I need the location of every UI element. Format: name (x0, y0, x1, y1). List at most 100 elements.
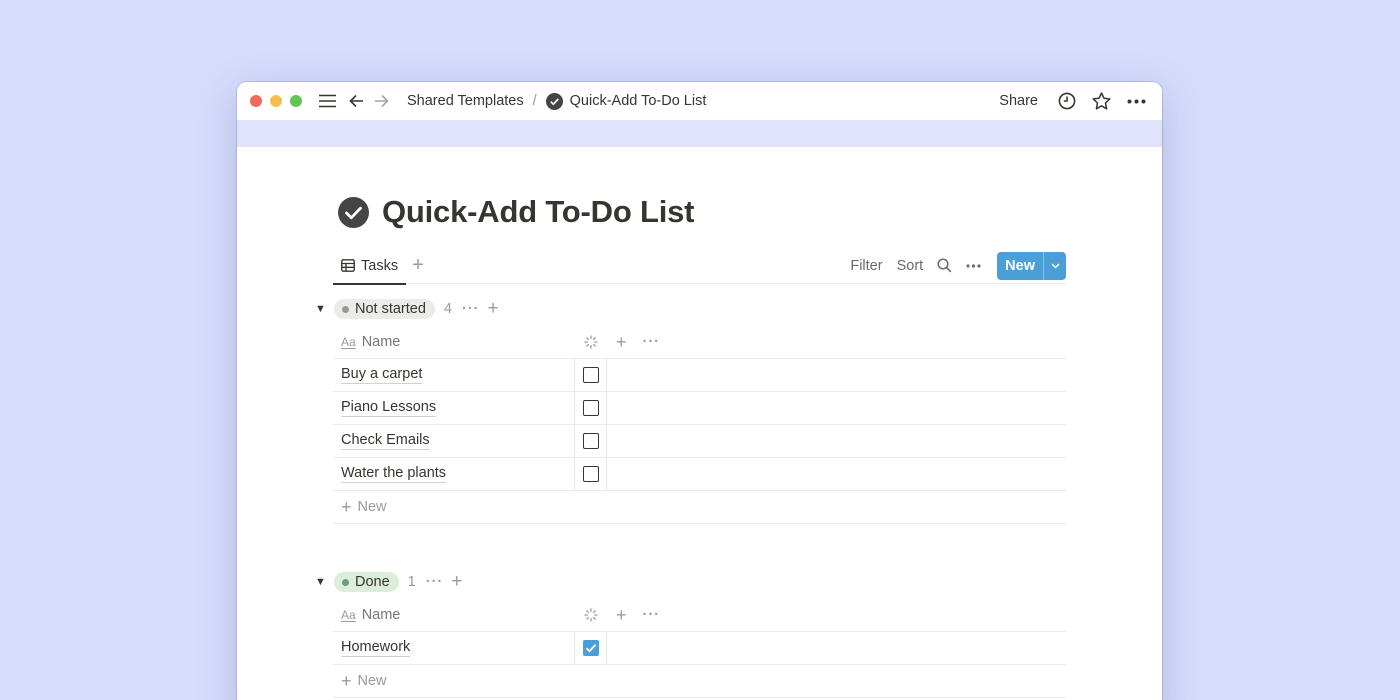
new-row-label: New (357, 673, 387, 689)
forward-arrow-icon[interactable] (374, 94, 389, 108)
column-more-icon[interactable]: ··· (643, 334, 661, 350)
filter-button[interactable]: Filter (850, 258, 882, 274)
database-view-bar: Tasks + Filter Sort New (333, 248, 1066, 285)
checkmark-icon (585, 644, 596, 653)
status-badge: Not started (334, 299, 435, 319)
column-header-name[interactable]: Aa Name (333, 607, 575, 623)
group-count: 4 (443, 301, 452, 317)
minimize-window-button[interactable] (270, 95, 282, 107)
row-name-cell[interactable]: Check Emails (333, 424, 575, 458)
plus-icon: + (341, 670, 352, 691)
title-bar: Shared Templates / Quick-Add To-Do List … (237, 82, 1162, 120)
row-name-cell[interactable]: Piano Lessons (333, 391, 575, 425)
checkbox[interactable] (582, 466, 599, 482)
column-name-label: Name (361, 334, 401, 350)
app-window: Shared Templates / Quick-Add To-Do List … (237, 82, 1162, 700)
table-row[interactable]: Piano Lessons (333, 391, 1066, 425)
new-row-label: New (357, 499, 387, 515)
back-arrow-icon[interactable] (349, 94, 364, 108)
breadcrumb-shared-templates[interactable]: Shared Templates (407, 93, 524, 109)
status-property-icon[interactable] (575, 608, 607, 622)
page-cover (237, 120, 1162, 147)
status-dot (342, 578, 349, 586)
row-name-cell[interactable]: Homework (333, 631, 575, 665)
status-label: Not started (355, 301, 426, 317)
checkbox[interactable] (582, 400, 599, 416)
add-property-icon[interactable]: + (616, 605, 627, 626)
topbar-actions: Share (999, 92, 1146, 110)
table-header: Aa Name + ··· (333, 599, 1066, 632)
breadcrumb: Shared Templates / Quick-Add To-Do List (407, 92, 707, 110)
search-icon[interactable] (937, 258, 952, 273)
status-label: Done (355, 574, 390, 590)
traffic-lights (250, 95, 302, 107)
row-check-cell (575, 631, 607, 665)
tab-tasks-label: Tasks (361, 257, 399, 274)
row-check-cell (575, 457, 607, 491)
row-name-cell[interactable]: Buy a carpet (333, 358, 575, 392)
column-name-label: Name (361, 607, 401, 623)
star-favorite-icon[interactable] (1092, 92, 1111, 110)
new-dropdown-chevron-icon[interactable] (1043, 251, 1066, 280)
maximize-window-button[interactable] (290, 95, 302, 107)
group-toggle-icon[interactable]: ▼ (315, 303, 329, 315)
table-icon (341, 259, 355, 272)
row-name: Water the plants (341, 465, 447, 483)
status-dot (342, 305, 349, 313)
row-name: Buy a carpet (341, 366, 423, 384)
sort-button[interactable]: Sort (897, 258, 924, 274)
text-property-icon: Aa (341, 335, 356, 349)
plus-icon: + (341, 496, 352, 517)
row-name: Piano Lessons (341, 399, 437, 417)
breadcrumb-separator: / (532, 93, 537, 109)
row-check-cell (575, 391, 607, 425)
table-row[interactable]: Buy a carpet (333, 358, 1066, 392)
add-view-icon[interactable]: + (412, 254, 424, 277)
status-property-icon[interactable] (575, 335, 607, 349)
column-more-icon[interactable]: ··· (643, 607, 661, 623)
more-options-icon[interactable] (1127, 99, 1146, 104)
table-row[interactable]: Water the plants (333, 457, 1066, 491)
row-name: Homework (341, 639, 411, 657)
add-new-row-button[interactable]: + New (333, 491, 1066, 524)
page-check-circle-icon[interactable] (338, 196, 369, 228)
group-toggle-icon[interactable]: ▼ (315, 576, 329, 588)
table-row[interactable]: Check Emails (333, 424, 1066, 458)
column-header-name[interactable]: Aa Name (333, 334, 575, 350)
group-more-icon[interactable]: ··· (426, 574, 444, 590)
breadcrumb-current-page[interactable]: Quick-Add To-Do List (570, 93, 707, 109)
page-title: Quick-Add To-Do List (382, 194, 695, 229)
add-new-row-button[interactable]: + New (333, 665, 1066, 698)
page-header: Quick-Add To-Do List (338, 194, 694, 230)
table-not-started: Aa Name + ··· Buy a carpet Piano Lessons… (333, 326, 1066, 524)
group-header-done: ▼ Done 1 ··· + (315, 570, 462, 594)
table-header: Aa Name + ··· (333, 326, 1066, 359)
row-check-cell (575, 358, 607, 392)
table-done: Aa Name + ··· Homework + New (333, 599, 1066, 698)
new-button: New (997, 251, 1066, 280)
row-name: Check Emails (341, 432, 430, 450)
check-circle-icon (545, 92, 563, 110)
tab-tasks[interactable]: Tasks (333, 249, 407, 285)
group-add-icon[interactable]: + (451, 571, 462, 593)
table-row[interactable]: Homework (333, 631, 1066, 665)
share-button[interactable]: Share (999, 93, 1038, 109)
group-add-icon[interactable]: + (488, 298, 499, 320)
group-more-icon[interactable]: ··· (462, 301, 480, 317)
clock-history-icon[interactable] (1058, 92, 1076, 110)
checkbox-checked[interactable] (582, 640, 599, 656)
checkbox[interactable] (582, 367, 599, 383)
view-toolbar: Filter Sort New (836, 251, 1066, 280)
group-count: 1 (407, 574, 416, 590)
text-property-icon: Aa (341, 608, 356, 622)
sidebar-menu-icon[interactable] (319, 94, 336, 108)
row-name-cell[interactable]: Water the plants (333, 457, 575, 491)
status-badge: Done (334, 572, 399, 592)
new-item-button[interactable]: New (997, 252, 1043, 280)
view-more-icon[interactable] (966, 263, 981, 268)
row-check-cell (575, 424, 607, 458)
checkbox[interactable] (582, 433, 599, 449)
group-header-not-started: ▼ Not started 4 ··· + (315, 297, 499, 321)
close-window-button[interactable] (250, 95, 262, 107)
add-property-icon[interactable]: + (616, 332, 627, 353)
